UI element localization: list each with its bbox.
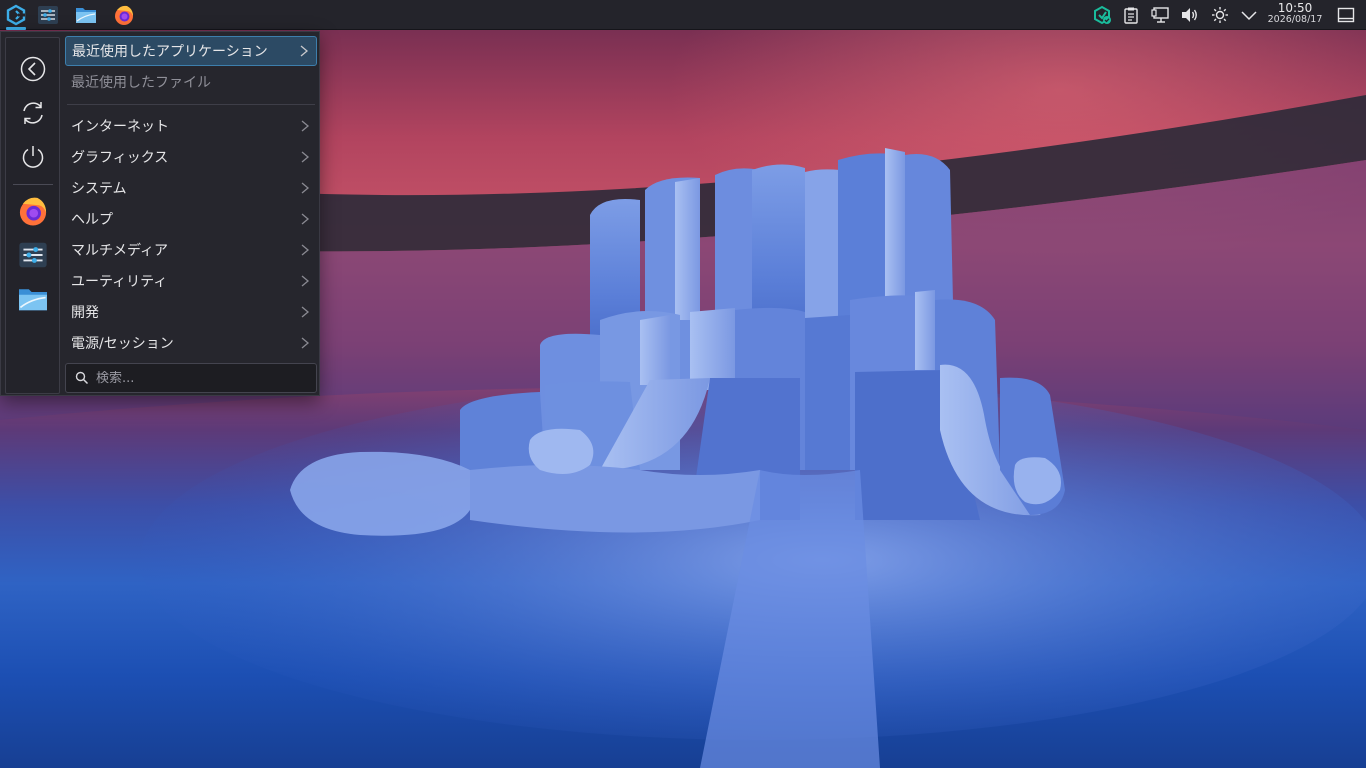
tray-discover-updates[interactable]	[1089, 0, 1115, 30]
menu-divider	[67, 104, 315, 105]
task-system-settings[interactable]	[32, 0, 64, 30]
menu-item-power-session[interactable]: 電源/セッション	[65, 328, 317, 358]
firefox-icon	[115, 5, 133, 25]
chevron-down-icon	[1241, 11, 1257, 21]
search-input[interactable]	[94, 370, 316, 386]
digital-clock[interactable]: 10:50 2026/08/17	[1262, 2, 1328, 25]
chevron-right-icon	[293, 181, 317, 195]
menu-item-recent-applications[interactable]: 最近使用したアプリケーション	[65, 36, 317, 66]
refresh-icon	[23, 102, 43, 124]
clock-time: 10:50	[1277, 1, 1313, 15]
menu-item-label: ユーティリティ	[71, 274, 168, 290]
favorites-separator	[13, 184, 53, 185]
chevron-right-icon	[293, 274, 317, 288]
favorite-firefox[interactable]	[14, 192, 52, 230]
back-arrow-icon	[20, 56, 46, 82]
chevron-right-icon	[293, 119, 317, 133]
menu-item-utilities[interactable]: ユーティリティ	[65, 266, 317, 296]
settings-sliders-icon	[19, 242, 47, 268]
menu-item-label: 最近使用したファイル	[71, 75, 211, 91]
task-firefox[interactable]	[108, 0, 140, 30]
menu-item-system[interactable]: システム	[65, 173, 317, 203]
back-button[interactable]	[14, 50, 52, 88]
application-launcher-menu: 最近使用したアプリケーション 最近使用したファイル インターネット グラフィック…	[0, 31, 320, 396]
speaker-icon	[1182, 8, 1197, 22]
menu-item-label: 電源/セッション	[71, 336, 174, 352]
tray-clipboard[interactable]	[1118, 0, 1144, 30]
chevron-right-icon	[293, 150, 317, 164]
show-desktop-button[interactable]	[1333, 0, 1359, 30]
kde-app-launcher-icon	[6, 4, 26, 26]
chevron-right-icon	[293, 243, 317, 257]
sun-icon	[1212, 7, 1228, 23]
favorites-sidebar	[5, 37, 60, 394]
refresh-button[interactable]	[14, 94, 52, 132]
menu-item-label: インターネット	[71, 119, 169, 135]
menu-item-recent-files[interactable]: 最近使用したファイル	[65, 67, 317, 97]
clock-date: 2026/08/17	[1267, 13, 1323, 25]
favorite-system-settings[interactable]	[14, 236, 52, 274]
menu-item-label: ヘルプ	[71, 212, 113, 228]
settings-sliders-icon	[38, 6, 58, 24]
menu-item-graphics[interactable]: グラフィックス	[65, 142, 317, 172]
network-wired-icon	[1151, 7, 1169, 23]
menu-item-label: グラフィックス	[71, 150, 169, 166]
folder-icon	[19, 289, 47, 311]
tray-volume[interactable]	[1177, 0, 1203, 30]
menu-item-label: 開発	[71, 305, 99, 321]
tray-network[interactable]	[1148, 0, 1174, 30]
menu-item-internet[interactable]: インターネット	[65, 111, 317, 141]
favorite-file-manager[interactable]	[14, 280, 52, 318]
chevron-right-icon	[293, 212, 317, 226]
update-shield-icon	[1094, 5, 1111, 25]
firefox-icon	[19, 197, 47, 226]
clipboard-icon	[1124, 7, 1138, 24]
chevron-right-icon	[293, 336, 317, 350]
search-box[interactable]	[65, 363, 317, 393]
folder-icon	[76, 8, 96, 23]
menu-item-label: マルチメディア	[71, 243, 169, 259]
power-icon	[22, 146, 44, 168]
menu-item-development[interactable]: 開発	[65, 297, 317, 327]
chevron-right-icon	[293, 305, 317, 319]
tray-brightness[interactable]	[1207, 0, 1233, 30]
search-icon	[70, 371, 94, 385]
menu-item-label: システム	[71, 181, 127, 197]
menu-item-label: 最近使用したアプリケーション	[72, 44, 268, 60]
menu-item-help[interactable]: ヘルプ	[65, 204, 317, 234]
app-launcher-button[interactable]	[0, 0, 32, 30]
show-desktop-icon	[1337, 7, 1355, 23]
chevron-right-icon	[292, 44, 316, 58]
task-file-manager[interactable]	[70, 0, 102, 30]
menu-item-multimedia[interactable]: マルチメディア	[65, 235, 317, 265]
top-panel: 10:50 2026/08/17	[0, 0, 1366, 30]
tray-expander[interactable]	[1236, 0, 1262, 30]
power-button[interactable]	[14, 138, 52, 176]
